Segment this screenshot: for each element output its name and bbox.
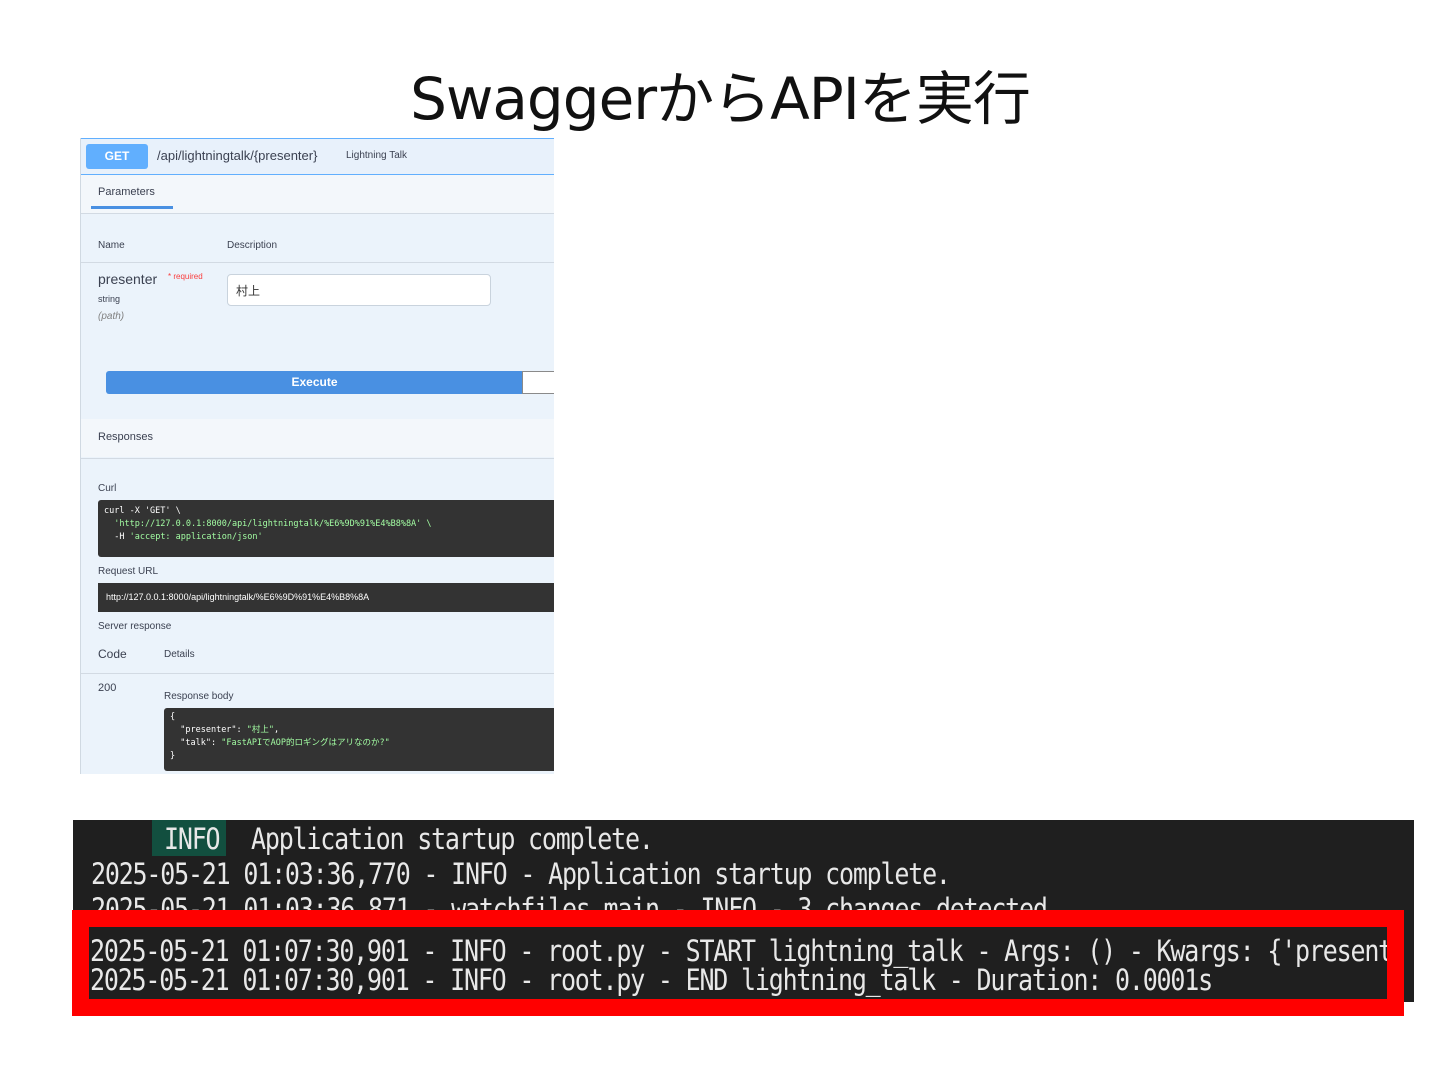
details-column-header: Details [164, 649, 195, 660]
operation-summary: Lightning Talk [346, 150, 407, 161]
curl-flag: -H [114, 532, 130, 542]
curl-line-2: 'http://127.0.0.1:8000/api/lightningtalk… [114, 519, 432, 529]
slide-title: SwaggerからAPIを実行 [410, 65, 1031, 133]
tab-active-indicator [91, 206, 173, 209]
request-url-label: Request URL [98, 566, 159, 577]
execute-button[interactable]: Execute [106, 371, 523, 394]
highlighted-log-lines: 2025-05-21 01:07:30,901 - INFO - root.py… [89, 927, 1387, 999]
column-description-header: Description [227, 240, 278, 251]
body-close-brace: } [170, 751, 176, 761]
param-type: string [98, 294, 121, 304]
divider [81, 262, 554, 263]
request-url-value[interactable]: http://127.0.0.1:8000/api/lightningtalk/… [98, 583, 554, 612]
presenter-input[interactable]: 村上 [227, 274, 491, 306]
divider [81, 673, 554, 674]
curl-code-block[interactable]: curl -X 'GET' \ 'http://127.0.0.1:8000/a… [98, 500, 554, 557]
terminal-line-end: 2025-05-21 01:07:30,901 - INFO - root.py… [90, 963, 1213, 998]
code-column-header: Code [98, 647, 127, 661]
status-code: 200 [98, 682, 117, 694]
param-name: presenter [98, 271, 158, 287]
clear-button[interactable] [522, 371, 554, 394]
column-name-header: Name [98, 240, 125, 251]
operation-path: /api/lightningtalk/{presenter} [157, 148, 318, 163]
body-key-talk: "talk" [180, 738, 211, 748]
curl-label: Curl [98, 483, 117, 494]
divider [81, 213, 554, 214]
body-value-presenter: "村上" [246, 725, 275, 735]
param-location: (path) [98, 311, 125, 322]
swagger-ui-panel: GET /api/lightningtalk/{presenter} Light… [80, 138, 554, 774]
curl-line-1: curl -X 'GET' \ [104, 506, 181, 516]
terminal-line: 2025-05-21 01:03:36,770 - INFO - Applica… [91, 857, 951, 892]
param-required-flag: * required [168, 272, 203, 281]
responses-heading: Responses [98, 431, 154, 443]
terminal-line: Application startup complete. [251, 822, 654, 857]
operation-header[interactable]: GET /api/lightningtalk/{presenter} Light… [81, 138, 554, 175]
curl-header-value: 'accept: application/json' [129, 532, 263, 542]
method-badge: GET [86, 144, 148, 169]
divider [81, 458, 554, 459]
body-value-talk: "FastAPIでAOP的ロギングはアリなのか?" [221, 738, 390, 748]
response-body-block[interactable]: { "presenter": "村上", "talk": "FastAPIでAO… [164, 708, 554, 771]
response-body-label: Response body [164, 691, 234, 702]
body-key-presenter: "presenter" [180, 725, 237, 735]
server-response-label: Server response [98, 621, 172, 632]
tab-parameters[interactable]: Parameters [98, 186, 155, 198]
body-open-brace: { [170, 712, 176, 722]
info-badge-text: INFO [164, 822, 221, 857]
